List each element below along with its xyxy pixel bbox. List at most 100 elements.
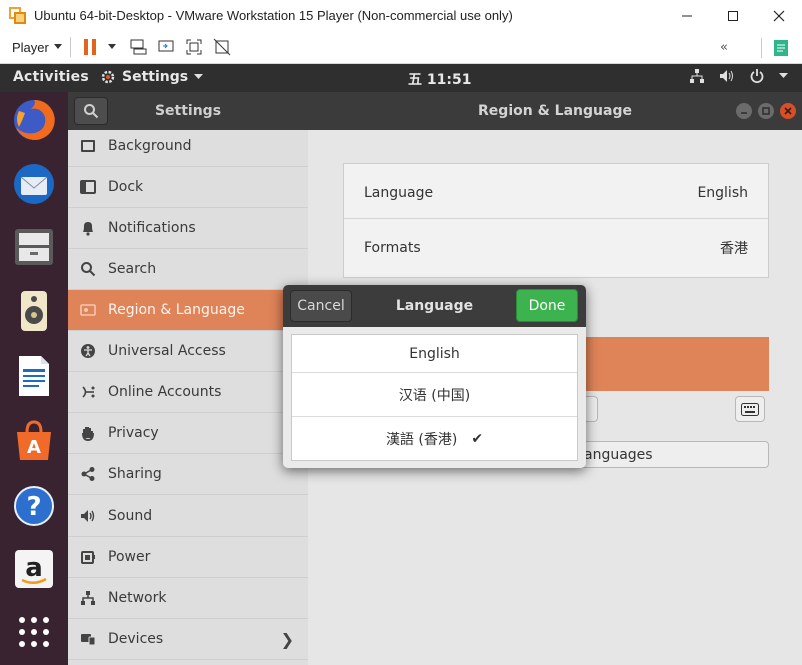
language-option-english[interactable]: English [292, 335, 577, 373]
player-menu[interactable]: Player [12, 40, 62, 55]
pause-icon [83, 39, 96, 55]
dock-thunderbird[interactable] [10, 160, 58, 208]
sidebar-item-sharing[interactable]: Sharing [68, 454, 308, 495]
dock-software[interactable]: A [10, 417, 58, 465]
sidebar-item-network[interactable]: Network [68, 578, 308, 619]
maximize-icon [762, 107, 770, 115]
vmware-toolbar: Player « [0, 31, 802, 64]
app-menu-label: Settings [122, 69, 189, 85]
rhythmbox-icon [21, 291, 47, 331]
close-window-button[interactable] [756, 0, 802, 31]
devices-icon [79, 630, 97, 648]
sidebar-item-label: Devices [108, 631, 164, 647]
done-button[interactable]: Done [516, 289, 578, 322]
hand-icon [79, 424, 97, 442]
firefox-icon [14, 99, 55, 140]
search-button[interactable] [74, 97, 108, 125]
language-formats-card: Language English Formats 香港 [343, 163, 769, 278]
send-ctrl-alt-del-button[interactable] [127, 36, 149, 58]
system-tray[interactable] [689, 68, 788, 84]
close-settings-button[interactable] [780, 103, 796, 119]
dock-files[interactable] [10, 222, 58, 270]
minimize-settings-button[interactable] [736, 103, 752, 119]
player-menu-label: Player [12, 39, 49, 55]
language-option-label: 漢語 (香港) [385, 431, 458, 448]
sidebar-item-search[interactable]: Search [68, 249, 308, 290]
sidebar-item-privacy[interactable]: Privacy [68, 413, 308, 454]
dock-rhythmbox[interactable] [10, 287, 58, 335]
chevron-right-icon: ❯ [280, 629, 294, 649]
sidebar-item-dock[interactable]: Dock [68, 167, 308, 208]
sidebar-item-label: Network [108, 590, 167, 606]
collapse-toolbar-button[interactable]: « [713, 37, 735, 59]
send-keys-icon [130, 39, 147, 55]
sidebar-item-background[interactable]: Background [68, 126, 308, 167]
power-icon [750, 69, 764, 83]
show-applications-button[interactable] [10, 608, 58, 656]
manage-languages-label: anguages [584, 446, 653, 463]
keyboard-icon [741, 402, 759, 416]
files-icon [15, 229, 53, 265]
input-source-selected-row[interactable] [580, 337, 769, 391]
minimize-icon [682, 15, 692, 16]
dock-amazon[interactable]: a [10, 545, 58, 593]
sidebar-item-sound[interactable]: Sound [68, 496, 308, 537]
svg-text:a: a [25, 553, 43, 583]
sidebar-item-label: Universal Access [108, 343, 226, 359]
minimize-button[interactable] [664, 0, 710, 31]
ubuntu-dock: A ? a [0, 92, 68, 665]
chevron-down-icon [107, 44, 116, 49]
unity-mode-button[interactable] [211, 36, 233, 58]
language-row[interactable]: Language English [344, 164, 768, 221]
sidebar-item-devices[interactable]: Devices ❯ [68, 619, 308, 660]
dock-help[interactable]: ? [10, 482, 58, 530]
sidebar-item-notifications[interactable]: Notifications [68, 208, 308, 249]
sidebar-item-power[interactable]: Power [68, 537, 308, 578]
activities-button[interactable]: Activities [13, 69, 89, 85]
app-menu[interactable]: Settings [100, 69, 204, 85]
search-icon [84, 104, 99, 119]
region-icon [79, 301, 97, 319]
checkmark-icon: ✔ [471, 430, 484, 447]
dock-firefox[interactable] [10, 96, 58, 144]
network-icon [690, 69, 704, 83]
online-accounts-icon [79, 383, 97, 401]
vmware-title-bar: Ubuntu 64-bit-Desktop - VMware Workstati… [0, 0, 802, 31]
sidebar-item-region-language[interactable]: Region & Language [68, 290, 308, 331]
share-icon [79, 465, 97, 483]
cancel-button[interactable]: Cancel [290, 290, 352, 322]
language-row-label: Language [364, 184, 434, 201]
sidebar-item-label: Sharing [108, 466, 162, 482]
manage-languages-button[interactable]: anguages [580, 441, 769, 468]
language-list: English 汉语 (中国) 漢語 (香港) ✔ [291, 334, 578, 461]
keyboard-layout-button[interactable] [735, 396, 765, 422]
formats-row-value: 香港 [720, 240, 748, 257]
sidebar-item-label: Dock [108, 179, 144, 195]
double-chevron-left-icon: « [720, 40, 728, 55]
sidebar-item-label: Notifications [108, 220, 196, 236]
sidebar-item-label: Power [108, 549, 151, 565]
language-option-chinese-china[interactable]: 汉语 (中国) [292, 373, 577, 417]
show-applications-icon [19, 617, 49, 647]
network-icon [79, 589, 97, 607]
fullscreen-button[interactable] [183, 36, 205, 58]
power-dropdown-button[interactable] [107, 36, 117, 58]
amazon-icon: a [15, 550, 53, 588]
dock-writer[interactable] [10, 352, 58, 400]
language-option-chinese-hong-kong[interactable]: 漢語 (香港) ✔ [292, 417, 577, 460]
removable-devices-button[interactable] [155, 36, 177, 58]
sidebar-item-universal-access[interactable]: Universal Access [68, 331, 308, 372]
sidebar-item-online-accounts[interactable]: Online Accounts [68, 372, 308, 413]
formats-row[interactable]: Formats 香港 [344, 219, 768, 276]
library-button[interactable] [770, 37, 792, 59]
maximize-button[interactable] [710, 0, 756, 31]
language-option-label: English [409, 345, 460, 362]
settings-sidebar-header: Settings [68, 92, 308, 130]
formats-row-label: Formats [364, 239, 421, 256]
clock[interactable]: 五 11:51 [408, 69, 471, 89]
chevron-down-icon [779, 73, 788, 78]
pause-button[interactable] [79, 36, 101, 58]
maximize-icon [728, 10, 738, 21]
language-row-value: English [697, 184, 748, 201]
maximize-settings-button[interactable] [758, 103, 774, 119]
